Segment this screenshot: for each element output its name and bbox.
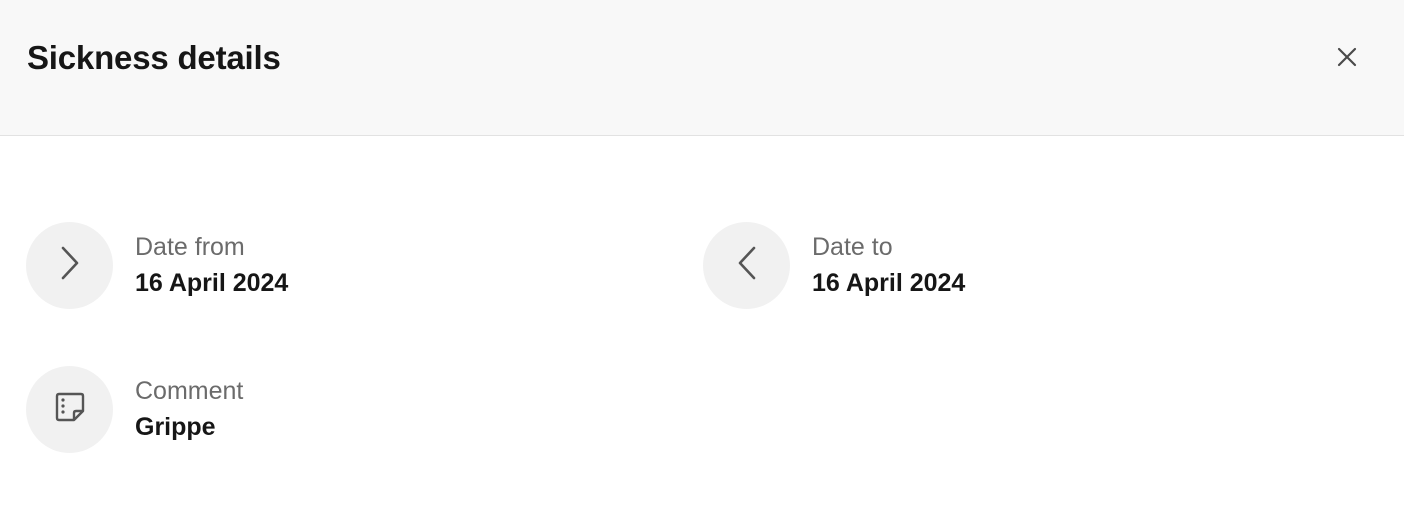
comment-text: Comment Grippe [135,375,243,444]
close-button[interactable] [1326,38,1368,80]
close-icon [1337,47,1357,72]
note-icon [53,390,87,429]
date-from-label: Date from [135,233,245,261]
comment-label: Comment [135,377,244,405]
date-from-detail: Date from 16 April 2024 [26,222,288,309]
date-to-label: Date to [812,233,893,261]
panel-header: Sickness details [0,0,1404,136]
date-to-text: Date to 16 April 2024 [812,231,965,300]
comment-icon-circle [26,366,113,453]
date-from-text: Date from 16 April 2024 [135,231,288,300]
chevron-left-icon [735,245,759,286]
comment-value: Grippe [135,413,216,441]
date-to-value: 16 April 2024 [812,269,966,297]
date-to-icon-circle [703,222,790,309]
comment-detail: Comment Grippe [26,366,243,453]
date-from-value: 16 April 2024 [135,269,289,297]
sickness-details-panel: Sickness details Date from 16 April 2024 [0,0,1404,528]
date-to-detail: Date to 16 April 2024 [703,222,965,309]
date-from-icon-circle [26,222,113,309]
chevron-right-icon [58,245,82,286]
page-title: Sickness details [27,39,281,76]
